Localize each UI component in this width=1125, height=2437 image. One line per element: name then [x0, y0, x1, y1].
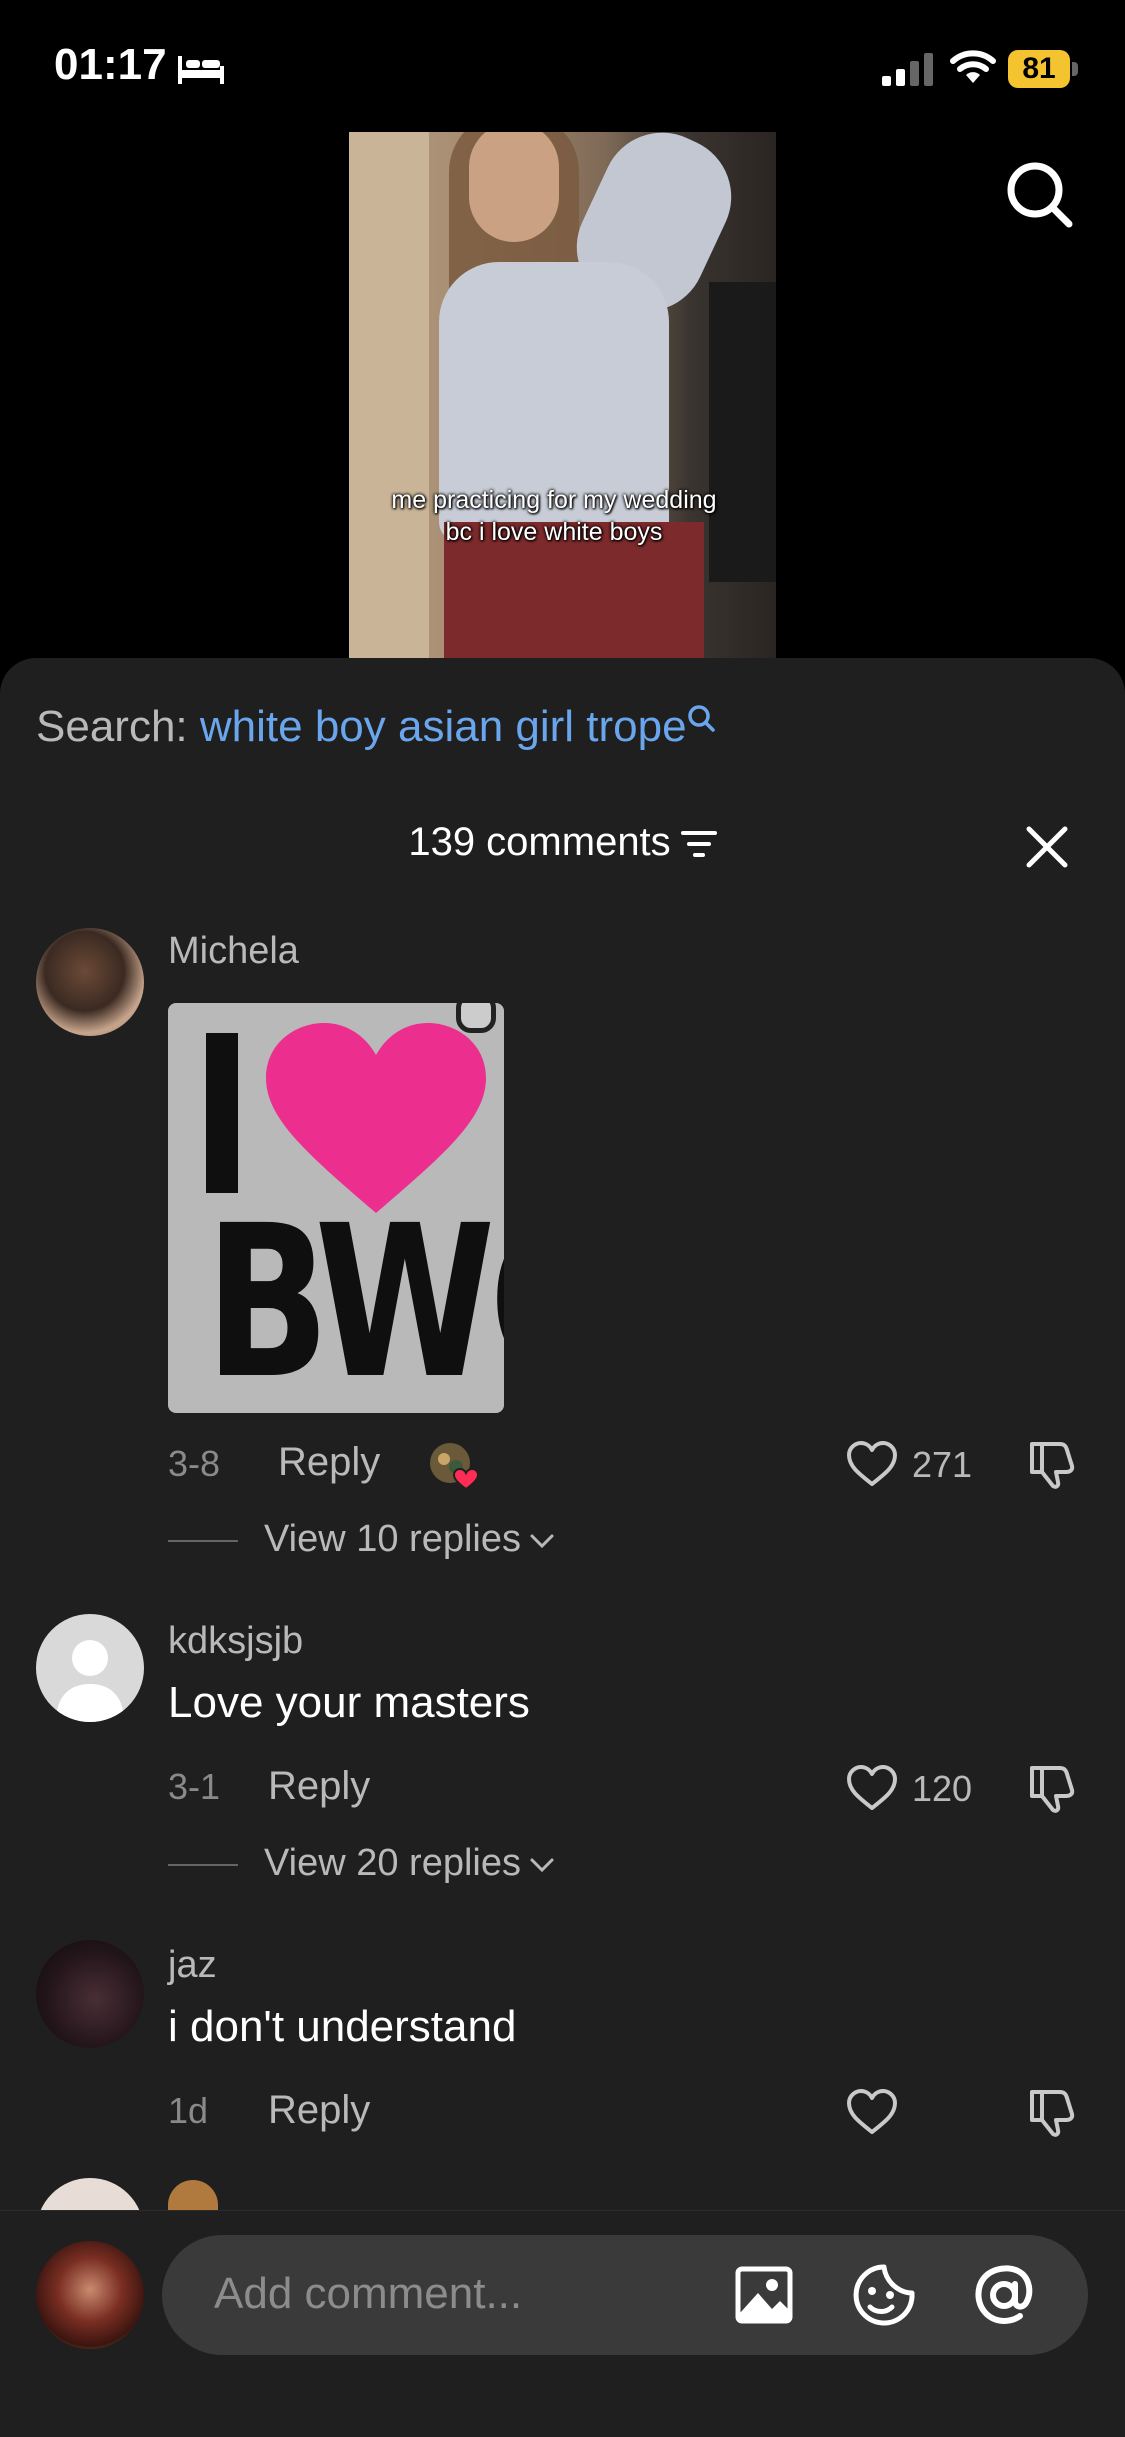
- comment-date: 3-8: [168, 1443, 221, 1484]
- reply-button[interactable]: Reply: [268, 2088, 370, 2133]
- signal-icon: [882, 53, 933, 86]
- mention-icon[interactable]: [972, 2263, 1036, 2327]
- heart-icon[interactable]: [846, 2088, 898, 2136]
- sort-icon[interactable]: [680, 829, 717, 859]
- comment-username[interactable]: jaz: [168, 1944, 217, 1987]
- search-label: Search:: [36, 702, 188, 751]
- comment-date: 3-1: [168, 1766, 221, 1807]
- sticker-text: BWC: [204, 1180, 504, 1413]
- heart-icon[interactable]: [846, 1764, 898, 1812]
- avatar[interactable]: [36, 928, 144, 1036]
- search-icon[interactable]: [1005, 160, 1075, 230]
- close-icon[interactable]: [1024, 824, 1070, 870]
- dislike-icon[interactable]: [1026, 1438, 1078, 1490]
- avatar[interactable]: [36, 1614, 144, 1722]
- wifi-icon: [950, 50, 996, 83]
- comment-text: i don't understand: [168, 2002, 517, 2051]
- search-icon: [687, 705, 715, 732]
- status-bar: 01:17 81: [0, 0, 1125, 130]
- chevron-down-icon: [530, 1534, 554, 1549]
- search-query-link[interactable]: white boy asian girl trope: [200, 702, 687, 751]
- creator-liked-icon: [430, 1443, 478, 1491]
- comments-sheet: Search: white boy asian girl trope 139 c…: [0, 658, 1125, 2436]
- reply-button[interactable]: Reply: [268, 1764, 370, 1809]
- view-replies-label: View 10 replies: [264, 1518, 522, 1560]
- battery-indicator: 81: [1008, 50, 1078, 88]
- view-replies-label: View 20 replies: [264, 1842, 522, 1884]
- comment-username[interactable]: Michela: [168, 930, 299, 973]
- dislike-icon[interactable]: [1026, 1762, 1078, 1814]
- sticker-letter: [206, 1033, 238, 1193]
- add-comment-input[interactable]: Add comment...: [162, 2235, 1088, 2355]
- reply-button[interactable]: Reply: [278, 1440, 380, 1485]
- comment-sticker-image[interactable]: BWC: [168, 1003, 504, 1413]
- video-preview[interactable]: me practicing for my wedding bc i love w…: [349, 132, 776, 658]
- comment-date: 1d: [168, 2090, 209, 2131]
- like-count: 271: [912, 1444, 973, 1485]
- avatar[interactable]: [36, 2241, 144, 2349]
- status-time: 01:17: [54, 40, 167, 89]
- chevron-down-icon: [530, 1858, 554, 1873]
- search-suggestion[interactable]: Search: white boy asian girl trope: [36, 702, 715, 752]
- default-avatar-icon: [56, 1640, 124, 1722]
- comment-text: Love your masters: [168, 1678, 530, 1727]
- add-comment-placeholder: Add comment...: [214, 2269, 523, 2318]
- comments-count: 139 comments: [408, 820, 671, 864]
- avatar[interactable]: [36, 1940, 144, 2048]
- dislike-icon[interactable]: [1026, 2086, 1078, 2138]
- image-icon[interactable]: [732, 2263, 796, 2327]
- bed-icon: [178, 56, 224, 84]
- video-caption: me practicing for my wedding bc i love w…: [391, 486, 717, 546]
- battery-level: 81: [1008, 50, 1070, 88]
- emoji-icon[interactable]: [852, 2263, 916, 2327]
- view-replies-button[interactable]: View 20 replies: [168, 1842, 555, 1885]
- comment-composer: Add comment...: [0, 2210, 1125, 2437]
- comments-header: 139 comments: [0, 820, 1125, 865]
- comment-username[interactable]: kdksjsjb: [168, 1620, 303, 1663]
- heart-icon[interactable]: [846, 1440, 898, 1488]
- like-count: 120: [912, 1768, 973, 1809]
- view-replies-button[interactable]: View 10 replies: [168, 1518, 555, 1561]
